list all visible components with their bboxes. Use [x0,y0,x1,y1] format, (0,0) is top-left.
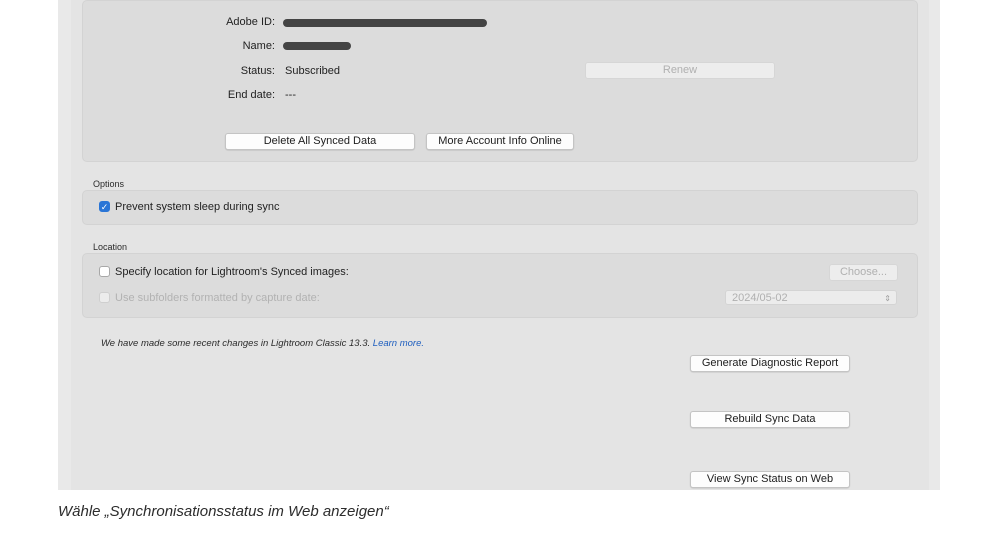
name-redacted [283,42,351,50]
status-label: Status: [240,65,275,77]
date-format-select[interactable]: 2024/05-02 ⇕ [725,290,897,305]
date-format-value: 2024/05-02 [732,292,788,304]
adobe-id-label: Adobe ID: [226,16,275,28]
more-account-info-button[interactable]: More Account Info Online [426,133,574,150]
rebuild-sync-data-button[interactable]: Rebuild Sync Data [690,411,850,428]
changes-notice-text: We have made some recent changes in Ligh… [101,338,371,349]
subfolders-checkbox[interactable] [99,292,110,303]
location-group [82,253,918,318]
name-label: Name: [242,40,275,52]
subfolders-label: Use subfolders formatted by capture date… [115,292,320,304]
changes-notice: We have made some recent changes in Ligh… [101,338,424,349]
end-date-value: --- [285,89,296,101]
prevent-sleep-checkbox[interactable]: ✓ [99,201,110,212]
options-section-label: Options [93,179,125,189]
select-arrows-icon: ⇕ [884,294,891,303]
location-section-label: Location [93,242,128,252]
end-date-label: End date: [227,89,275,101]
generate-diagnostic-report-button[interactable]: Generate Diagnostic Report [690,355,850,372]
caption: Wähle „Synchronisationsstatus im Web anz… [58,503,389,520]
learn-more-link[interactable]: Learn more. [373,338,424,349]
specify-location-label[interactable]: Specify location for Lightroom's Synced … [115,266,349,278]
view-sync-status-button[interactable]: View Sync Status on Web [690,471,850,488]
specify-location-checkbox[interactable] [99,266,110,277]
prevent-sleep-label[interactable]: Prevent system sleep during sync [115,201,279,213]
adobe-id-redacted [283,19,487,27]
renew-button[interactable]: Renew [585,62,775,79]
delete-synced-data-button[interactable]: Delete All Synced Data [225,133,415,150]
choose-button[interactable]: Choose... [829,264,898,281]
status-value: Subscribed [285,65,341,77]
